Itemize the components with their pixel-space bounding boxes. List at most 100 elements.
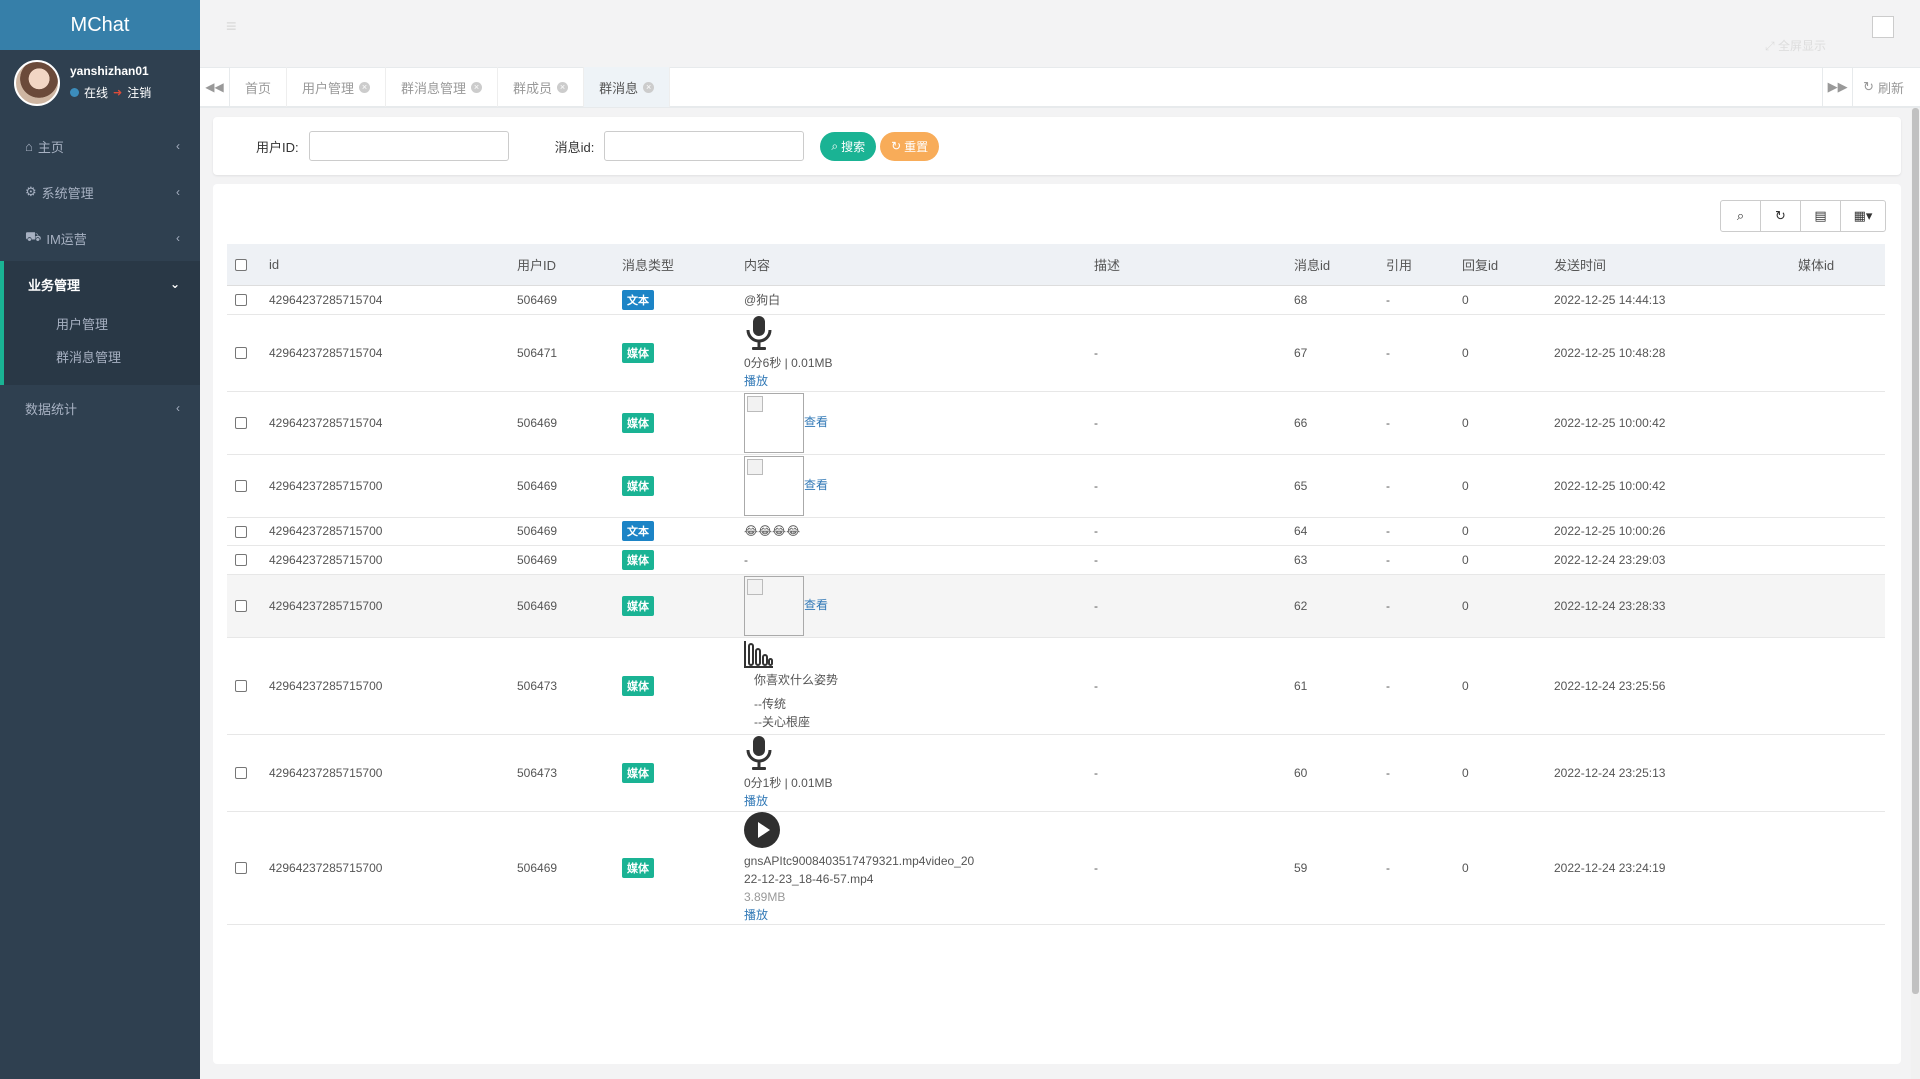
table-row[interactable]: 42964237285715700 506473 媒体 你喜欢什么姿势 --传统 --关心… <box>227 637 1885 735</box>
close-icon[interactable]: × <box>643 81 655 93</box>
table-row[interactable]: 42964237285715700 506469 媒体 - -63-0 2022-12-2… <box>227 545 1885 575</box>
column-header[interactable]: 消息类型 <box>614 244 736 286</box>
column-header[interactable]: id <box>261 244 509 286</box>
brand-logo[interactable]: MChat <box>0 0 200 50</box>
table-row[interactable]: 42964237285715704 506471 媒体 0分6秒 | 0.01MB 播放… <box>227 314 1885 392</box>
select-all-checkbox[interactable] <box>235 259 247 272</box>
column-header[interactable]: 消息id <box>1286 244 1378 286</box>
column-header[interactable]: 描述 <box>1086 244 1286 286</box>
cell-reference: - <box>1378 574 1454 638</box>
row-checkbox[interactable] <box>235 767 247 780</box>
tab-home[interactable]: 首页 <box>230 67 288 107</box>
play-link[interactable]: 播放 <box>744 906 1086 924</box>
close-icon[interactable]: × <box>557 81 569 93</box>
user-id-input[interactable] <box>308 131 509 161</box>
sidebar-item-im[interactable]: ⛟ IM运营 ‹ <box>0 215 200 261</box>
play-link[interactable]: 播放 <box>744 372 1086 390</box>
search-button[interactable]: ⌕ 搜索 <box>820 131 877 161</box>
search-button-label: 搜索 <box>841 139 866 154</box>
chevron-down-icon: ⌄ <box>169 277 180 291</box>
row-checkbox[interactable] <box>235 525 247 538</box>
column-header[interactable]: 媒体id <box>1790 244 1885 286</box>
cell-user-id: 506471 <box>509 314 614 392</box>
column-header[interactable]: 回复id <box>1454 244 1546 286</box>
image-thumbnail[interactable] <box>744 455 804 516</box>
menu-toggle-icon[interactable]: ≡ <box>226 16 237 37</box>
cell-user-id: 506469 <box>509 285 614 315</box>
row-checkbox[interactable] <box>235 600 247 613</box>
search-icon: ⌕ <box>1736 208 1745 223</box>
row-checkbox[interactable] <box>235 862 247 875</box>
refresh-table-button[interactable]: ↻ <box>1761 201 1801 231</box>
toggle-view-button[interactable]: ▤ <box>1801 201 1841 231</box>
cell-media-id <box>1790 574 1885 638</box>
tab-user-management[interactable]: 用户管理 × <box>287 67 387 107</box>
select-cell <box>227 574 261 638</box>
view-link[interactable]: 查看 <box>804 598 828 612</box>
close-icon[interactable]: × <box>359 81 371 93</box>
reset-button[interactable]: ↻ 重置 <box>880 131 940 161</box>
table-row[interactable]: 42964237285715700 506469 媒体 查看 -65-0 2022-12-… <box>227 454 1885 518</box>
logout-icon[interactable]: ➜ <box>113 86 122 99</box>
cell-message-id: 68 <box>1286 285 1378 315</box>
table-row[interactable]: 42964237285715700 506469 媒体 查看 -62-0 2022-12-… <box>227 574 1885 638</box>
image-thumbnail[interactable] <box>744 392 804 453</box>
cell-reference: - <box>1378 517 1454 546</box>
message-type-badge: 文本 <box>622 521 654 541</box>
column-header[interactable]: 引用 <box>1378 244 1454 286</box>
table-row[interactable]: 42964237285715700 506473 媒体 0分1秒 | 0.01MB 播放… <box>227 734 1885 812</box>
play-link[interactable]: 播放 <box>744 792 1086 810</box>
toggle-search-button[interactable]: ⌕ <box>1721 201 1761 231</box>
table-row[interactable]: 42964237285715700 506469 文本 😂😂😂😂 -64-0 2022-1… <box>227 517 1885 546</box>
table-toolbar: ⌕ ↻ ▤ ▦▾ <box>1720 200 1886 232</box>
row-checkbox[interactable] <box>235 294 247 307</box>
view-link[interactable]: 查看 <box>804 478 828 492</box>
cell-media-id <box>1790 391 1885 455</box>
close-icon[interactable]: × <box>471 81 483 93</box>
page-scrollbar[interactable] <box>1911 108 1920 1079</box>
tabs-bar: ◀◀ 首页 用户管理 × 群消息管理 × 群成员 × 群消息 × ▶▶ ↻ 刷新 <box>200 67 1920 108</box>
table-row[interactable]: 42964237285715704 506469 文本 @狗白 68-0 2022-12-… <box>227 285 1885 315</box>
row-checkbox[interactable] <box>235 554 247 567</box>
tabs-scroll-left-button[interactable]: ◀◀ <box>200 67 230 107</box>
message-id-input[interactable] <box>604 131 805 161</box>
online-dot-icon <box>70 88 79 97</box>
view-link[interactable]: 查看 <box>804 415 828 429</box>
cell-description: - <box>1086 391 1286 455</box>
sidebar-subitem-user-management[interactable]: 用户管理 <box>4 307 200 340</box>
scrollbar-thumb[interactable] <box>1912 108 1919 994</box>
sidebar-nav: ⌂ 主页 ‹ ⚙ 系统管理 ‹ ⛟ IM运营 ‹ 业务管理 ⌄ 用户管理 群消息管理 … <box>0 123 200 431</box>
cell-content: 0分6秒 | 0.01MB 播放 <box>736 314 1086 392</box>
sidebar-item-business[interactable]: 业务管理 ⌄ <box>4 261 200 307</box>
tab-group-messages[interactable]: 群消息 × <box>584 67 671 107</box>
cell-description: - <box>1086 574 1286 638</box>
column-header[interactable]: 发送时间 <box>1546 244 1790 286</box>
header-avatar[interactable] <box>1872 16 1894 38</box>
sidebar-item-system[interactable]: ⚙ 系统管理 ‹ <box>0 169 200 215</box>
user-name: yanshizhan01 <box>70 64 149 78</box>
columns-button[interactable]: ▦▾ <box>1841 201 1885 231</box>
select-cell <box>227 314 261 392</box>
sidebar-item-home[interactable]: ⌂ 主页 ‹ <box>0 123 200 169</box>
row-checkbox[interactable] <box>235 480 247 493</box>
refresh-tab-button[interactable]: ↻ 刷新 <box>1852 67 1920 107</box>
message-type-badge: 媒体 <box>622 595 654 616</box>
image-thumbnail[interactable] <box>744 575 804 636</box>
column-header[interactable]: 用户ID <box>509 244 614 286</box>
sidebar-subitem-group-message-management[interactable]: 群消息管理 <box>4 340 200 373</box>
fullscreen-button[interactable]: ⤢ 全屏显示 <box>1765 37 1826 54</box>
table-row[interactable]: 42964237285715704 506469 媒体 查看 -66-0 2022-12-… <box>227 391 1885 455</box>
row-checkbox[interactable] <box>235 347 247 360</box>
row-checkbox[interactable] <box>235 417 247 430</box>
cell-reference: - <box>1378 734 1454 812</box>
logout-link[interactable]: 注销 <box>127 84 151 101</box>
column-header[interactable]: 内容 <box>736 244 1086 286</box>
cell-type: 媒体 <box>614 574 736 638</box>
sidebar-item-statistics[interactable]: 数据统计 ‹ <box>0 385 200 431</box>
table-row[interactable]: 42964237285715700 506469 媒体 gnsAPItc9008403… <box>227 811 1885 925</box>
row-checkbox[interactable] <box>235 680 247 693</box>
play-icon[interactable] <box>744 811 780 848</box>
tab-group-members[interactable]: 群成员 × <box>498 67 585 107</box>
tab-group-message-management[interactable]: 群消息管理 × <box>386 67 499 107</box>
tabs-scroll-right-button[interactable]: ▶▶ <box>1822 67 1852 107</box>
